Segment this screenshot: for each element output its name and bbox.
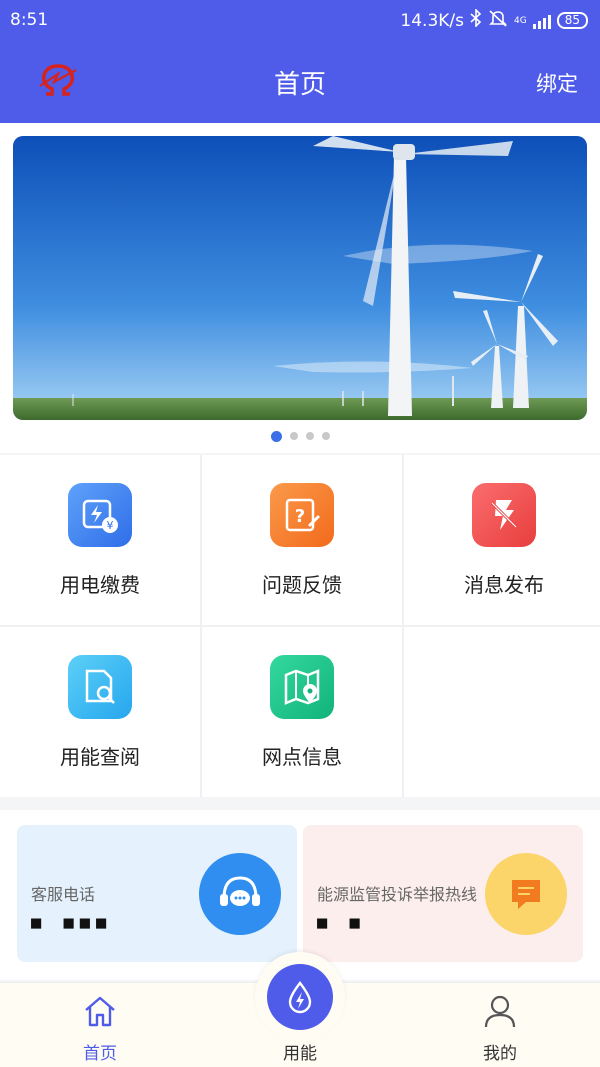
app-header: 首页 绑定 [0, 40, 600, 123]
tab-mine[interactable]: 我的 [400, 983, 600, 1067]
home-icon [82, 993, 118, 1029]
feedback-icon: ? [270, 483, 334, 547]
status-time: 8:51 [10, 10, 49, 30]
customer-service-number: ■ ■■■ [31, 913, 113, 933]
mute-icon [488, 9, 508, 32]
hotline-card[interactable]: 能源监管投诉举报热线 ■ ■ [303, 825, 583, 962]
outlet-map-icon [270, 655, 334, 719]
carousel-dot[interactable] [289, 432, 298, 440]
service-label: 消息发布 [464, 573, 544, 597]
headset-chat-icon [199, 853, 281, 935]
service-empty-slot [404, 627, 600, 797]
hotline-number: ■ ■ [317, 913, 366, 933]
carousel-dot[interactable] [321, 432, 330, 440]
energy-drop-icon [267, 964, 333, 1030]
carousel-indicator [0, 431, 600, 442]
tab-home[interactable]: 首页 [0, 983, 200, 1067]
page-title: 首页 [273, 70, 326, 100]
service-message-publish[interactable]: 消息发布 [404, 455, 600, 625]
carousel-dot[interactable] [270, 431, 282, 442]
battery-icon: 85 [556, 12, 588, 29]
tab-mine-label: 我的 [483, 1044, 517, 1064]
wind-turbines-photo [13, 136, 587, 420]
service-label: 网点信息 [262, 745, 342, 769]
service-feedback[interactable]: ? 问题反馈 [202, 455, 402, 625]
tab-home-label: 首页 [83, 1044, 117, 1064]
customer-service-card[interactable]: 客服电话 ■ ■■■ [17, 825, 297, 962]
message-icon [485, 853, 567, 935]
status-bar: 8:51 14.3K/s 4G 85 [0, 0, 600, 40]
svg-text:¥: ¥ [107, 519, 114, 532]
energy-query-icon [68, 655, 132, 719]
energy-center-button[interactable] [255, 952, 345, 1042]
bind-button[interactable]: 绑定 [536, 68, 578, 98]
network-speed: 14.3K/s [400, 10, 465, 31]
service-grid: ¥ 用电缴费 ? 问题反馈 消息发布 用能查阅 网点信息 [0, 455, 600, 797]
service-outlet-info[interactable]: 网点信息 [202, 627, 402, 797]
message-publish-icon [472, 483, 536, 547]
carousel-dot[interactable] [305, 432, 314, 440]
hotline-title: 能源监管投诉举报热线 [317, 885, 478, 904]
service-label: 用电缴费 [60, 573, 140, 597]
banner-carousel[interactable] [13, 136, 587, 420]
service-electricity-payment[interactable]: ¥ 用电缴费 [0, 455, 200, 625]
tab-energy-label: 用能 [283, 1044, 317, 1064]
network-type: 4G [514, 15, 527, 26]
customer-service-title: 客服电话 [31, 885, 96, 904]
service-label: 用能查阅 [60, 745, 140, 769]
status-icons: 14.3K/s 4G 85 [400, 8, 588, 32]
signal-icon [532, 13, 551, 29]
service-label: 问题反馈 [262, 573, 342, 597]
banner-section [0, 123, 600, 453]
service-energy-query[interactable]: 用能查阅 [0, 627, 200, 797]
user-icon [482, 993, 518, 1029]
bluetooth-icon [470, 8, 482, 32]
svg-text:?: ? [295, 506, 305, 527]
electricity-payment-icon: ¥ [68, 483, 132, 547]
